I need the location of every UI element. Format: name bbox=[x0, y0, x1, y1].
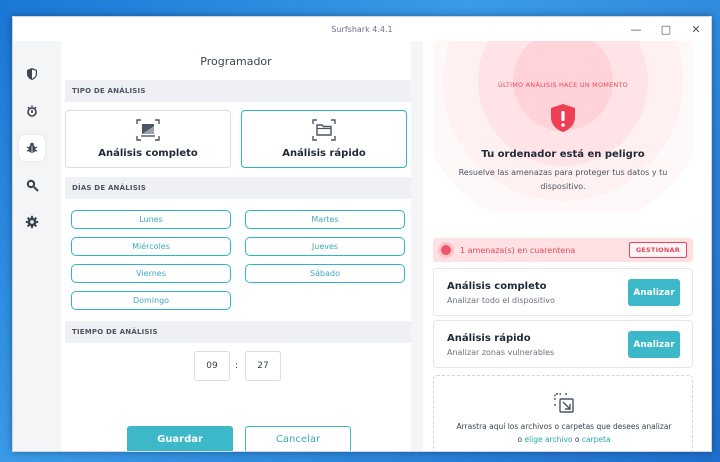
quick-scan-analyze-button[interactable]: Analizar bbox=[628, 331, 680, 358]
minute-input[interactable]: 27 bbox=[245, 351, 281, 381]
drop-middle: o bbox=[574, 435, 580, 444]
day-thursday[interactable]: Jueves bbox=[245, 237, 405, 256]
quick-scan-label: Análisis rápido bbox=[282, 148, 366, 159]
cancel-button[interactable]: Cancelar bbox=[245, 426, 351, 451]
drop-prefix: o bbox=[517, 435, 523, 444]
full-scan-label: Análisis completo bbox=[98, 148, 198, 159]
quarantine-text: 1 amenaza(s) en cuarentena bbox=[460, 245, 576, 255]
sidebar-item-antivirus[interactable] bbox=[19, 135, 45, 161]
scan-type-header: TIPO DE ANÁLISIS bbox=[65, 80, 411, 102]
hour-input[interactable]: 09 bbox=[194, 351, 230, 381]
window-controls: — □ ✕ bbox=[621, 17, 711, 41]
drag-drop-icon bbox=[554, 393, 574, 413]
scan-days-header: DÍAS DE ANÁLISIS bbox=[65, 177, 411, 199]
sidebar-item-search[interactable] bbox=[19, 172, 45, 198]
danger-title: Tu ordenador está en peligro bbox=[481, 149, 645, 160]
antivirus-bug-icon bbox=[26, 142, 38, 153]
day-wednesday[interactable]: Miércoles bbox=[71, 237, 231, 256]
alert-dot-icon bbox=[441, 245, 451, 255]
time-separator: : bbox=[235, 361, 239, 371]
choose-file-link[interactable]: elige archivo bbox=[524, 435, 572, 444]
manage-button[interactable]: GESTIONAR bbox=[628, 242, 687, 258]
choose-folder-link[interactable]: carpeta bbox=[582, 435, 611, 444]
day-sunday[interactable]: Domingo bbox=[71, 291, 231, 310]
quick-scan-card: Análisis rápido Analizar zonas vulnerabl… bbox=[433, 320, 693, 368]
drop-zone-text: Arrastra aquí los archivos o carpetas qu… bbox=[456, 422, 672, 431]
quick-scan-option[interactable]: Análisis rápido bbox=[241, 110, 407, 168]
folder-scan-icon bbox=[312, 119, 336, 141]
day-friday[interactable]: Viernes bbox=[71, 264, 231, 283]
full-scan-card: Análisis completo Analizar todo el dispo… bbox=[433, 268, 693, 316]
full-scan-analyze-button[interactable]: Analizar bbox=[628, 279, 680, 306]
day-saturday[interactable]: Sábado bbox=[245, 264, 405, 283]
maximize-icon[interactable]: □ bbox=[651, 17, 681, 41]
drop-zone-links: o elige archivo o carpeta bbox=[434, 435, 694, 444]
page-title: Programador bbox=[200, 55, 272, 68]
sidebar bbox=[13, 41, 51, 451]
gear-icon bbox=[25, 215, 39, 229]
minimize-icon[interactable]: — bbox=[621, 17, 651, 41]
quick-scan-subtitle: Analizar zonas vulnerables bbox=[447, 348, 555, 357]
quarantine-bar: 1 amenaza(s) en cuarentena GESTIONAR bbox=[433, 238, 693, 262]
scheduler-card: Programador TIPO DE ANÁLISIS Análisis co… bbox=[61, 41, 411, 451]
scheduler-pane: Programador TIPO DE ANÁLISIS Análisis co… bbox=[51, 41, 423, 451]
danger-status: ÚLTIMO ANÁLISIS HACE UN MOMENTO Tu orden… bbox=[433, 41, 693, 211]
close-icon[interactable]: ✕ bbox=[681, 17, 711, 41]
sidebar-item-settings[interactable] bbox=[19, 209, 45, 235]
day-tuesday[interactable]: Martes bbox=[245, 210, 405, 229]
last-scan-label: ÚLTIMO ANÁLISIS HACE UN MOMENTO bbox=[498, 81, 628, 89]
search-virus-icon bbox=[26, 179, 39, 192]
sidebar-item-vpn[interactable] bbox=[19, 61, 45, 87]
alert-bug-icon bbox=[27, 105, 37, 117]
scan-time-header: TIEMPO DE ANÁLISIS bbox=[65, 321, 411, 343]
full-scan-subtitle: Analizar todo el dispositivo bbox=[447, 296, 555, 305]
full-scan-title: Análisis completo bbox=[447, 281, 547, 292]
day-monday[interactable]: Lunes bbox=[71, 210, 231, 229]
full-scan-icon bbox=[136, 119, 160, 141]
app-window: Surfshark 4.4.1 — □ ✕ Programador TIPO D… bbox=[12, 16, 712, 452]
full-scan-option[interactable]: Análisis completo bbox=[65, 110, 231, 168]
status-pane: ÚLTIMO ANÁLISIS HACE UN MOMENTO Tu orden… bbox=[423, 41, 711, 451]
title-bar: Surfshark 4.4.1 — □ ✕ bbox=[13, 17, 711, 41]
shield-icon bbox=[27, 68, 37, 80]
warning-shield-icon bbox=[551, 104, 575, 132]
danger-subtitle: Resuelve las amenazas para proteger tus … bbox=[458, 168, 668, 191]
window-title: Surfshark 4.4.1 bbox=[331, 24, 393, 34]
quick-scan-title: Análisis rápido bbox=[447, 333, 531, 344]
sidebar-item-alert[interactable] bbox=[19, 98, 45, 124]
drop-zone[interactable]: Arrastra aquí los archivos o carpetas qu… bbox=[433, 375, 694, 451]
save-button[interactable]: Guardar bbox=[127, 426, 233, 451]
